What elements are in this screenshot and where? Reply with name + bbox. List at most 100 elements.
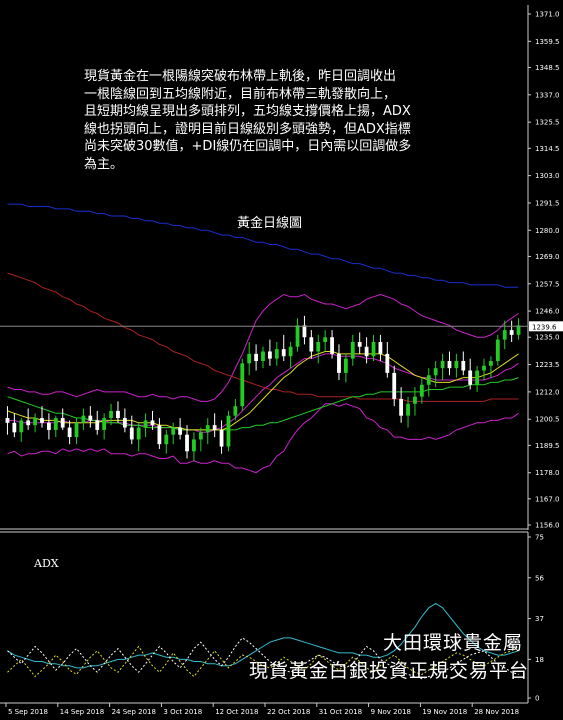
candle-body	[95, 420, 100, 430]
price-tick-label: 1314.5	[535, 145, 560, 153]
candle-body	[219, 429, 224, 447]
current-price-marker: 1239.6	[0, 321, 563, 332]
candle-body	[12, 422, 17, 433]
candle-body	[46, 422, 51, 430]
price-tick-label: 1167.0	[535, 495, 560, 503]
candle-body	[226, 415, 231, 447]
candle-body	[233, 406, 238, 416]
candle-body	[53, 418, 58, 430]
x-tick-label: 9 Nov 2018	[371, 708, 411, 716]
candle-body	[337, 353, 341, 373]
candle-body	[109, 410, 113, 419]
candle-body	[240, 363, 245, 407]
candle-body	[509, 330, 514, 335]
adx-tick-label: 18	[535, 656, 544, 664]
brand-name: 大田環球貴金屬	[382, 632, 523, 654]
price-tick-label: 1246.0	[535, 308, 560, 316]
x-axis-ticks: 5 Sep 2018 14 Sep 2018 24 Sep 2018 3 Oct 20…	[5, 703, 519, 716]
candle-body	[468, 370, 473, 385]
candle-body	[81, 415, 86, 423]
chart-title: 黃金日線圖	[237, 216, 303, 231]
candle-body	[261, 351, 265, 362]
candle-body	[406, 403, 410, 416]
candle-body	[426, 375, 431, 385]
price-tick-label: 1156.0	[535, 522, 560, 530]
candle-body	[26, 420, 31, 426]
candle-body	[185, 434, 189, 452]
candle-body	[33, 418, 37, 426]
series-bollinger-lower	[7, 403, 519, 474]
price-tick-label: 1269.0	[535, 253, 560, 261]
candle-body	[475, 370, 480, 385]
price-tick-label: 1337.0	[535, 91, 560, 99]
adx-tick-label: 75	[535, 534, 544, 542]
price-tick-label: 1359.5	[535, 38, 560, 46]
candle-body	[102, 418, 107, 430]
candle-body	[489, 361, 493, 366]
candle-body	[330, 337, 334, 354]
candle-body	[122, 418, 127, 428]
candle-body	[205, 425, 210, 433]
candle-body	[164, 434, 169, 445]
price-axis-ticks: 1371.0 1359.5 1348.5 1337.0 1325.5 1314.5 1303…	[528, 11, 560, 530]
adx-panel-label: ADX	[34, 557, 59, 570]
candle-body	[482, 365, 486, 371]
adx-tick-label: 56	[535, 574, 544, 582]
candle-body	[357, 341, 362, 347]
x-tick-label: 19 Nov 2018	[422, 708, 467, 716]
candle-body	[136, 427, 141, 440]
candle-body	[447, 361, 452, 369]
candle-body	[433, 368, 438, 376]
price-tick-label: 1212.0	[535, 388, 560, 396]
candle-body	[19, 420, 24, 433]
x-tick-label: 14 Sep 2018	[60, 708, 104, 716]
candle-body	[288, 346, 293, 357]
x-tick-label: 24 Sep 2018	[112, 708, 156, 716]
candle-body	[419, 384, 424, 397]
analysis-commentary: 現貨黃金在一根陽線突破布林帶上軌後，昨日回調收出 一根陰線回到五均線附近，目前布…	[84, 69, 412, 172]
candle-body	[274, 349, 279, 359]
candle-body	[40, 418, 44, 423]
price-tick-label: 1325.5	[535, 119, 560, 127]
price-tick-label: 1303.0	[535, 172, 560, 180]
candle-body	[150, 420, 155, 426]
candle-body	[157, 425, 162, 445]
candle-body	[178, 427, 183, 435]
candle-body	[281, 349, 286, 357]
candle-body	[74, 422, 79, 438]
candle-body	[268, 351, 272, 359]
candle-body	[302, 325, 307, 338]
candle-body	[212, 425, 217, 430]
candle-body	[385, 353, 390, 373]
candle-body	[454, 361, 459, 369]
candle-body	[254, 353, 258, 362]
x-tick-label: 12 Oct 2018	[215, 708, 258, 716]
adx-panel: 75 56 37 18 0 5 Sep 2018 14 Sep 2018 24 Sep 20…	[0, 532, 544, 716]
candle-body	[116, 410, 120, 419]
x-tick-label: 31 Oct 2018	[319, 708, 362, 716]
candle-body	[192, 439, 196, 452]
candle-body	[378, 341, 383, 354]
candle-body	[171, 427, 176, 435]
candle-body	[350, 341, 355, 359]
adx-axis-ticks: 75 56 37 18 0	[528, 534, 544, 703]
adx-tick-label: 0	[535, 695, 539, 703]
price-tick-label: 1291.5	[535, 199, 560, 207]
candle-body	[413, 396, 417, 404]
candle-body	[143, 420, 148, 428]
x-tick-label: 28 Nov 2018	[474, 708, 519, 716]
price-tick-label: 1189.5	[535, 442, 560, 450]
candle-body	[371, 341, 376, 357]
candle-body	[440, 361, 445, 369]
candle-body	[392, 372, 397, 400]
candle-body	[399, 399, 404, 416]
candle-body	[343, 358, 348, 373]
candle-body	[364, 346, 369, 357]
candle-body	[316, 341, 321, 352]
candle-body	[67, 427, 72, 438]
candle-body	[502, 330, 507, 340]
candle-body	[309, 337, 314, 352]
moving-average-lines	[7, 203, 519, 474]
price-tick-label: 1280.0	[535, 227, 560, 235]
candle-body	[60, 418, 65, 428]
